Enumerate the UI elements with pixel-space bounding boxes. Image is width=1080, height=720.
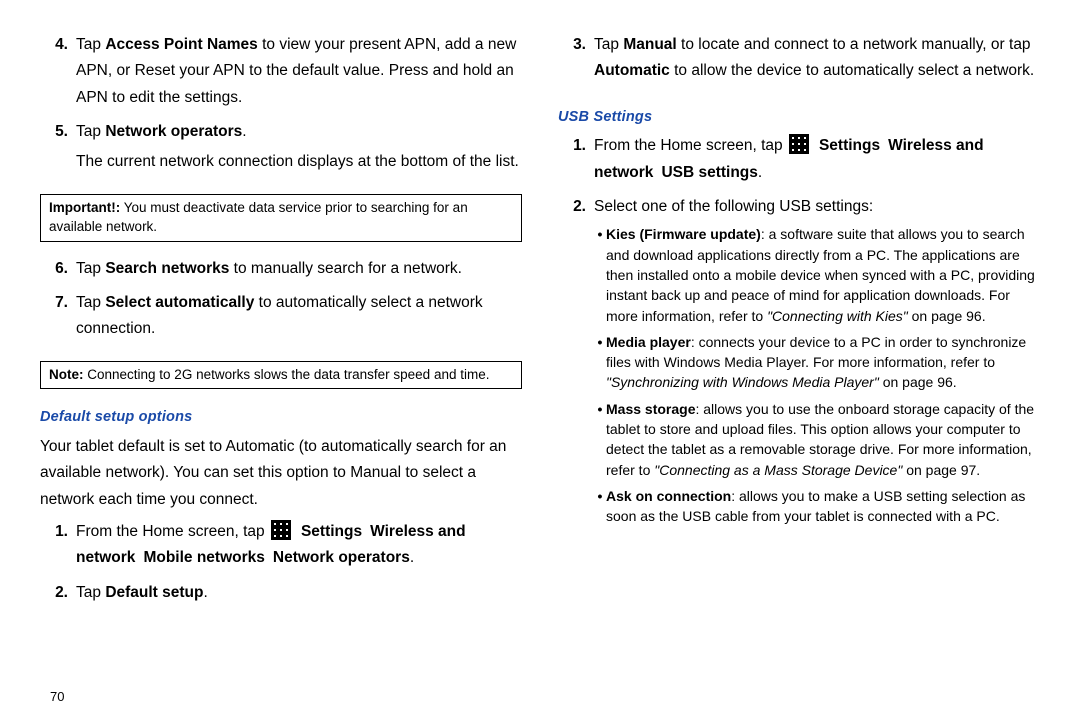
text: .: [410, 549, 414, 566]
usb-options-list: •Kies (Firmware update): a software suit…: [594, 224, 1040, 526]
option-name: Ask on connection: [606, 488, 731, 504]
list-item: •Mass storage: allows you to use the onb…: [594, 399, 1040, 480]
text: .: [758, 164, 762, 181]
bullet-icon: •: [594, 486, 606, 506]
note-label: Note:: [49, 367, 84, 382]
usb-step-2: 2. Select one of the following USB setti…: [558, 194, 1040, 533]
cross-reference: "Synchronizing with Windows Media Player…: [606, 374, 879, 390]
settings-icon: [271, 520, 291, 540]
text: From the Home screen, tap: [594, 137, 787, 154]
bullet-icon: •: [594, 399, 606, 419]
step-body: Tap Network operators. The current netwo…: [76, 119, 522, 180]
list-item: •Media player: connects your device to a…: [594, 332, 1040, 393]
note-box: Note: Connecting to 2G networks slows th…: [40, 361, 522, 390]
step-6: 6. Tap Search networks to manually searc…: [40, 256, 522, 286]
step-number: 5.: [40, 119, 76, 180]
step-number: 1.: [40, 519, 76, 576]
left-column: 4. Tap Access Point Names to view your p…: [40, 32, 522, 614]
text: to locate and connect to a network manua…: [677, 36, 1031, 53]
step-body: Tap Default setup.: [76, 580, 522, 610]
step-number: 2.: [40, 580, 76, 610]
page-ref: on page 96.: [879, 374, 957, 390]
key-term: Manual: [623, 36, 676, 53]
text: to manually search for a network.: [229, 260, 462, 277]
nav-path-item: Mobile networks: [143, 549, 264, 566]
step-body: Tap Access Point Names to view your pres…: [76, 32, 522, 115]
key-term: Search networks: [105, 260, 229, 277]
text: Tap: [76, 36, 105, 53]
key-term: Select automatically: [105, 294, 254, 311]
text: to allow the device to automatically sel…: [670, 62, 1034, 79]
section-heading-usb-settings: USB Settings: [558, 105, 1040, 130]
nav-path-item: Network operators: [273, 549, 410, 566]
key-term: Automatic: [594, 62, 670, 79]
option-name: Kies (Firmware update): [606, 226, 761, 242]
step-body: Tap Search networks to manually search f…: [76, 256, 522, 286]
step-number: 3.: [558, 32, 594, 89]
nav-path-item: Settings: [819, 137, 880, 154]
step-5: 5. Tap Network operators. The current ne…: [40, 119, 522, 180]
cross-reference: "Connecting with Kies": [767, 308, 908, 324]
option-name: Media player: [606, 334, 691, 350]
step-body: From the Home screen, tap Settings Wirel…: [594, 133, 1040, 190]
key-term: Default setup: [105, 584, 203, 601]
important-label: Important!:: [49, 200, 120, 215]
text: Select one of the following USB settings…: [594, 194, 1040, 220]
text: The current network connection displays …: [76, 149, 522, 175]
step-number: 6.: [40, 256, 76, 286]
default-step-2: 2. Tap Default setup.: [40, 580, 522, 610]
step-body: From the Home screen, tap Settings Wirel…: [76, 519, 522, 576]
key-term: Access Point Names: [105, 36, 258, 53]
bullet-icon: •: [594, 332, 606, 352]
text: From the Home screen, tap: [76, 523, 269, 540]
text: Tap: [76, 294, 105, 311]
usb-step-1: 1. From the Home screen, tap Settings Wi…: [558, 133, 1040, 190]
step-3: 3. Tap Manual to locate and connect to a…: [558, 32, 1040, 89]
text: .: [204, 584, 208, 601]
text: .: [242, 123, 246, 140]
step-number: 4.: [40, 32, 76, 115]
step-number: 2.: [558, 194, 594, 533]
section-heading-default-setup: Default setup options: [40, 405, 522, 430]
settings-icon: [789, 134, 809, 154]
text: Tap: [76, 584, 105, 601]
step-body: Tap Manual to locate and connect to a ne…: [594, 32, 1040, 89]
nav-path-item: Settings: [301, 523, 362, 540]
text: Tap: [76, 260, 105, 277]
step-body: Select one of the following USB settings…: [594, 194, 1040, 533]
page-number: 70: [50, 686, 64, 708]
default-step-1: 1. From the Home screen, tap Settings Wi…: [40, 519, 522, 576]
cross-reference: "Connecting as a Mass Storage Device": [654, 462, 902, 478]
page-ref: on page 97.: [902, 462, 980, 478]
list-item: •Ask on connection: allows you to make a…: [594, 486, 1040, 527]
step-number: 7.: [40, 290, 76, 347]
step-7: 7. Tap Select automatically to automatic…: [40, 290, 522, 347]
option-name: Mass storage: [606, 401, 695, 417]
list-item: •Kies (Firmware update): a software suit…: [594, 224, 1040, 325]
page-ref: on page 96.: [908, 308, 986, 324]
text: Tap: [76, 123, 105, 140]
step-4: 4. Tap Access Point Names to view your p…: [40, 32, 522, 115]
step-number: 1.: [558, 133, 594, 190]
text: Tap: [594, 36, 623, 53]
nav-path-item: USB settings: [661, 164, 757, 181]
right-column: 3. Tap Manual to locate and connect to a…: [558, 32, 1040, 614]
key-term: Network operators: [105, 123, 242, 140]
bullet-icon: •: [594, 224, 606, 244]
section-body: Your tablet default is set to Automatic …: [40, 434, 522, 513]
two-column-layout: 4. Tap Access Point Names to view your p…: [40, 32, 1040, 614]
note-text: Connecting to 2G networks slows the data…: [84, 367, 490, 382]
important-box: Important!: You must deactivate data ser…: [40, 194, 522, 242]
step-body: Tap Select automatically to automaticall…: [76, 290, 522, 347]
